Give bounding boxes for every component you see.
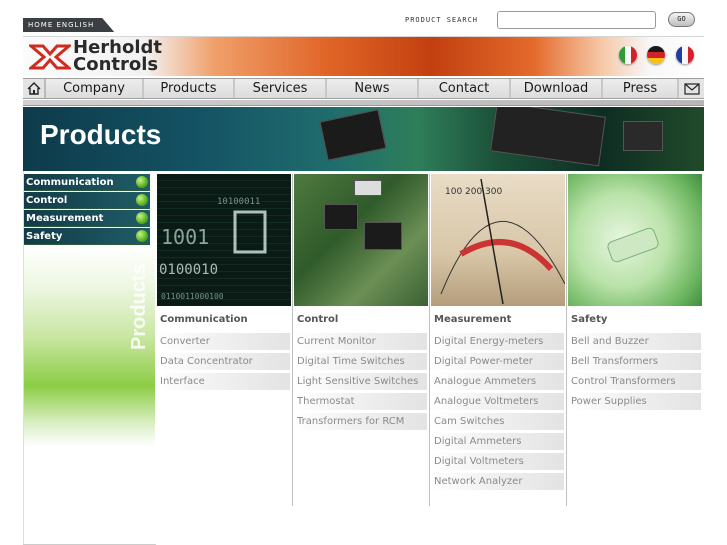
products-banner: Products [23,107,704,171]
svg-text:100 200 300: 100 200 300 [445,187,503,197]
nav-services[interactable]: Services [235,79,327,98]
herholdt-logo-icon [29,44,71,70]
product-link[interactable]: Network Analyzer [431,473,564,490]
column-separator [292,174,293,506]
sidebar-item-safety[interactable]: Safety [23,228,150,245]
nav-download[interactable]: Download [511,79,603,98]
green-bullet-icon [136,230,148,242]
product-link[interactable]: Digital Ammeters [431,433,564,450]
circuit-chip-graphic [354,180,382,196]
product-link[interactable]: Transformers for RCM [294,413,427,430]
product-link[interactable]: Digital Energy-meters [431,333,564,350]
safety-device-graphic [605,226,661,264]
gauge-dial-graphic: 100 200 300 [440,178,565,305]
sidebar-item-label: Control [26,195,68,206]
top-bar: HOME ENGLISH PRODUCT SEARCH GO [0,0,727,36]
svg-text:0110011000100: 0110011000100 [161,292,224,301]
flag-germany-icon[interactable] [647,46,665,64]
green-bullet-icon [136,176,148,188]
banner-chip-graphic [490,107,606,167]
product-link[interactable]: Thermostat [294,393,427,410]
measurement-image[interactable]: 100 200 300 [431,174,565,306]
nav-contact[interactable]: Contact [419,79,511,98]
banner-chip-graphic [319,109,387,161]
product-link[interactable]: Converter [157,333,290,350]
product-search-label: PRODUCT SEARCH [405,16,479,24]
product-link[interactable]: Bell Transformers [568,353,701,370]
sidebar-item-label: Measurement [26,213,104,224]
product-link[interactable]: Data Concentrator [157,353,290,370]
nav-press[interactable]: Press [603,79,679,98]
flag-italy-icon[interactable] [619,46,637,64]
sidebar-item-label: Safety [26,231,63,242]
svg-text:1001: 1001 [161,225,209,249]
control-image[interactable] [294,174,428,306]
category-heading-safety[interactable]: Safety [571,314,607,325]
search-go-button[interactable]: GO [668,12,695,27]
category-heading-control[interactable]: Control [297,314,338,325]
sidebar-item-measurement[interactable]: Measurement [23,210,150,227]
sidebar-item-control[interactable]: Control [23,192,150,209]
column-separator [566,174,567,506]
page-title: Products [40,119,162,150]
category-heading-communication[interactable]: Communication [160,314,248,325]
product-link[interactable]: Control Transformers [568,373,701,390]
product-link[interactable]: Digital Time Switches [294,353,427,370]
product-link[interactable]: Analogue Voltmeters [431,393,564,410]
product-link[interactable]: Bell and Buzzer [568,333,701,350]
header-banner: Herholdt Controls [23,36,704,76]
banner-chip-graphic [623,121,663,151]
column-separator [429,174,430,506]
green-bullet-icon [136,194,148,206]
safety-image[interactable] [568,174,702,306]
home-icon[interactable] [23,79,46,98]
flag-france-icon[interactable] [676,46,694,64]
product-link[interactable]: Interface [157,373,290,390]
communication-image[interactable]: 1001 0100010 10100011 0110011000100 [157,174,291,306]
product-link[interactable]: Digital Power-meter [431,353,564,370]
circuit-chip-graphic [364,222,402,250]
sidebar-item-communication[interactable]: Communication [23,174,150,191]
circuit-chip-graphic [324,204,358,230]
main-navigation: Company Products Services News Contact D… [23,78,704,99]
mail-icon[interactable] [679,79,704,98]
product-link[interactable]: Digital Voltmeters [431,453,564,470]
svg-text:0100010: 0100010 [159,262,218,278]
logo-line-2: Controls [73,54,159,75]
svg-text:10100011: 10100011 [217,197,260,207]
product-link[interactable]: Analogue Ammeters [431,373,564,390]
product-link[interactable]: Cam Switches [431,413,564,430]
page-left-border [23,171,24,545]
binary-digits-graphic: 1001 0100010 10100011 0110011000100 [159,197,267,301]
sidebar-item-label: Communication [26,177,114,188]
home-language-link[interactable]: HOME ENGLISH [23,18,114,32]
sidebar-vertical-label: Products [128,263,150,350]
nav-news[interactable]: News [327,79,419,98]
green-bullet-icon [136,212,148,224]
product-link[interactable]: Power Supplies [568,393,701,410]
category-heading-measurement[interactable]: Measurement [434,314,511,325]
company-logo-text[interactable]: Herholdt Controls [73,39,162,75]
nav-products[interactable]: Products [144,79,235,98]
product-search-input[interactable] [497,11,656,29]
nav-subline [23,100,704,106]
product-link[interactable]: Light Sensitive Switches [294,373,427,390]
product-link[interactable]: Current Monitor [294,333,427,350]
nav-company[interactable]: Company [46,79,144,98]
